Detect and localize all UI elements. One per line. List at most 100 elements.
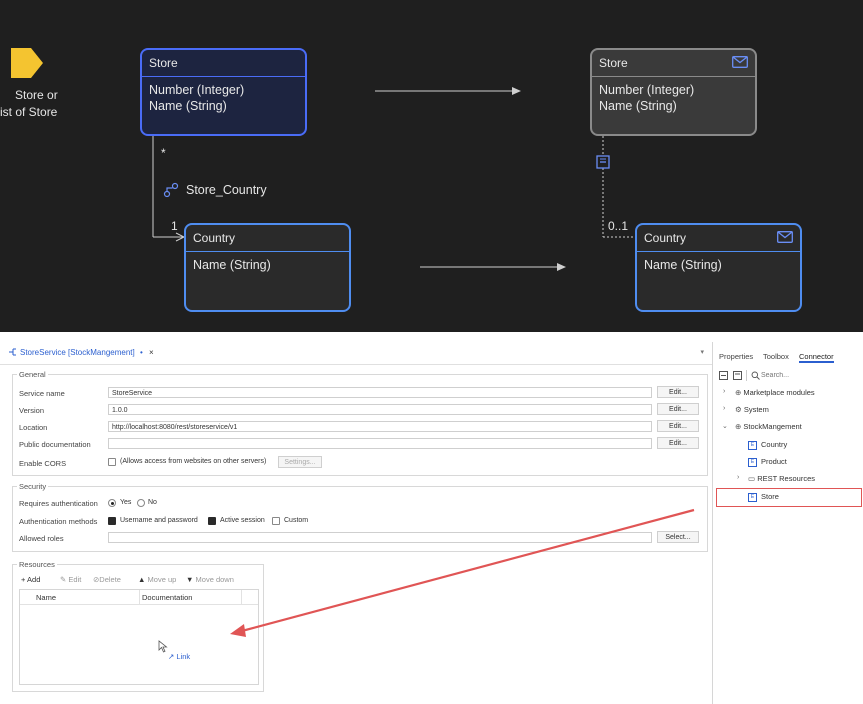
delete-resource-button[interactable]: ⊘Delete (93, 575, 121, 584)
edit-public-documentation-button[interactable]: Edit... (657, 437, 699, 449)
folder-icon: ▭ (748, 474, 756, 483)
collapse-all-icon[interactable] (719, 371, 728, 380)
resources-grid[interactable]: Name Documentation (19, 589, 259, 685)
cursor-icon (158, 640, 168, 653)
requires-auth-no-label: No (148, 499, 157, 506)
tab-storeservice[interactable]: StoreService [StockMangement] • × (8, 348, 154, 357)
select-roles-button[interactable]: Select... (657, 531, 699, 543)
chevron-right-icon[interactable]: › (723, 405, 725, 412)
multiplicity-many: * (161, 146, 166, 160)
tree-label: REST Resources (757, 474, 815, 483)
association-label[interactable]: Store_Country (186, 183, 267, 197)
enable-cors-checkbox[interactable] (108, 458, 116, 466)
tab-properties[interactable]: Properties (719, 352, 753, 361)
entity-icon: E (748, 492, 757, 502)
pencil-icon: ✎ (60, 575, 67, 584)
tab-toolbox[interactable]: Toolbox (763, 352, 789, 361)
edit-service-name-button[interactable]: Edit... (657, 386, 699, 398)
chevron-right-icon[interactable]: › (737, 474, 739, 481)
association-icon (163, 182, 179, 198)
tree-item-marketplace-modules[interactable]: ⊕ Marketplace modules (735, 388, 815, 397)
custom-checkbox[interactable] (272, 517, 280, 525)
tab-connector[interactable]: Connector (799, 352, 834, 363)
modified-indicator: • (139, 348, 143, 357)
attribute: Number (Integer) (149, 83, 245, 97)
entity-icon: E (748, 457, 757, 467)
attribute: Name (String) (149, 99, 227, 113)
pane-toolbar (719, 370, 859, 382)
entity-country-target[interactable]: Country Name (String) (635, 223, 802, 312)
multiplicity-optional: 0..1 (608, 219, 629, 233)
tree-item-country[interactable]: E Country (748, 440, 787, 450)
service-name-label: Service name (19, 389, 65, 398)
version-label: Version (19, 406, 45, 415)
multiplicity-one: 1 (171, 219, 178, 233)
rest-service-icon (9, 348, 16, 356)
close-icon[interactable]: × (149, 348, 154, 357)
collapse-icon[interactable] (596, 155, 611, 170)
entity-title: Country (186, 225, 349, 252)
entity-icon: E (748, 440, 757, 450)
domain-model-diagram: Store or ist of Store * 1 0..1 Store_Cou… (0, 0, 863, 332)
published-rest-service-editor: StoreService [StockMangement] • × ▾ Gene… (0, 342, 713, 704)
connector-search-input[interactable] (761, 370, 851, 380)
entity-store-target[interactable]: Store Number (Integer) Name (String) (590, 48, 757, 136)
service-name-field[interactable]: StoreService (108, 387, 652, 398)
column-header-documentation[interactable]: Documentation (142, 593, 192, 602)
link-hint-label: Link (176, 652, 191, 661)
custom-label: Custom (284, 517, 309, 524)
public-documentation-field[interactable] (108, 438, 652, 449)
message-icon (732, 56, 748, 68)
location-field[interactable]: http://localhost:8080/rest/storeservice/… (108, 421, 652, 432)
edit-resource-button[interactable]: ✎ Edit (60, 575, 81, 584)
gear-icon: ⚙ (735, 405, 742, 414)
arrow-up-icon: ▲ (138, 575, 146, 584)
delete-label: Delete (99, 575, 121, 584)
tree-label: Product (761, 457, 787, 466)
chevron-right-icon[interactable]: › (723, 388, 725, 395)
requires-auth-yes-radio[interactable] (108, 499, 116, 507)
highlight-box (716, 488, 862, 507)
move-up-label: Move up (147, 575, 177, 584)
tree-item-stockmangement[interactable]: ⊕ StockMangement (735, 422, 802, 431)
enable-cors-text: (Allows access from websites on other se… (120, 458, 267, 465)
general-group-label: General (17, 370, 48, 379)
tree-item-product[interactable]: E Product (748, 457, 787, 467)
public-documentation-label: Public documentation (19, 440, 91, 449)
active-session-label: Active session (220, 517, 265, 524)
attribute: Name (String) (193, 258, 271, 272)
document-tabbar: StoreService [StockMangement] • × ▾ (0, 342, 712, 365)
allowed-roles-field[interactable] (108, 532, 652, 543)
chevron-down-icon[interactable]: ⌄ (722, 422, 728, 430)
move-up-button[interactable]: ▲ Move up (138, 575, 176, 584)
username-password-checkbox[interactable] (108, 517, 116, 525)
tree-item-rest-resources[interactable]: ▭ REST Resources (748, 474, 815, 483)
edit-label: Edit (68, 575, 82, 584)
entity-country-source[interactable]: Country Name (String) (184, 223, 351, 312)
message-icon (777, 231, 793, 243)
requires-auth-no-radio[interactable] (137, 499, 145, 507)
connector-pane: Properties Toolbox Connector › ⊕ Marketp… (713, 342, 863, 704)
enable-cors-label: Enable CORS (19, 459, 67, 468)
tab-label: StoreService [StockMangement] (20, 348, 135, 357)
column-header-name[interactable]: Name (36, 593, 56, 602)
separator (0, 332, 863, 342)
active-session-checkbox[interactable] (208, 517, 216, 525)
link-drop-hint: ↗ Link (168, 652, 190, 661)
expand-all-icon[interactable] (733, 371, 742, 380)
tree-item-system[interactable]: ⚙ System (735, 405, 769, 414)
edit-version-button[interactable]: Edit... (657, 403, 699, 415)
cors-settings-button[interactable]: Settings... (278, 456, 322, 468)
version-field[interactable]: 1.0.0 (108, 404, 652, 415)
move-down-button[interactable]: ▼ Move down (186, 575, 234, 584)
edit-location-button[interactable]: Edit... (657, 420, 699, 432)
tree-item-store[interactable]: E Store (748, 492, 779, 502)
tab-list-dropdown[interactable]: ▾ (700, 348, 704, 356)
tree-label: Store (761, 492, 779, 501)
allowed-roles-label: Allowed roles (19, 534, 64, 543)
entity-title: Country (644, 231, 687, 245)
username-password-label: Username and password (120, 517, 198, 524)
attribute: Number (Integer) (599, 83, 695, 97)
entity-store-source[interactable]: Store Number (Integer) Name (String) (140, 48, 307, 136)
add-resource-button[interactable]: + Add (21, 575, 40, 584)
